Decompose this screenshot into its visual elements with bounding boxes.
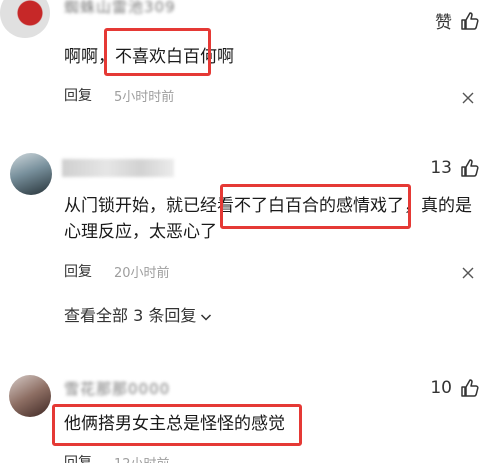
comment-meta: 回复 12小时前	[64, 452, 170, 463]
like-count: 13	[430, 158, 452, 178]
expand-replies-button[interactable]: 查看全部 3 条回复	[64, 302, 212, 326]
highlight-box	[52, 404, 302, 446]
username[interactable]	[62, 159, 174, 177]
avatar[interactable]	[9, 375, 51, 417]
highlight-box	[104, 28, 211, 76]
comment-meta: 回复 20小时前	[64, 261, 170, 281]
like-button[interactable]: 赞	[435, 8, 480, 33]
avatar[interactable]	[10, 153, 52, 195]
highlight-box	[220, 184, 411, 229]
close-icon[interactable]	[462, 264, 474, 279]
like-button[interactable]: 13	[430, 158, 480, 178]
username[interactable]: 蜘蛛山雷池309	[64, 0, 176, 14]
comment-meta: 回复 5小时时前	[64, 85, 174, 105]
comment-time: 5小时时前	[114, 89, 175, 105]
reply-button[interactable]: 回复	[64, 85, 92, 105]
like-button[interactable]: 10	[430, 378, 480, 398]
avatar[interactable]	[0, 0, 50, 38]
reply-button[interactable]: 回复	[64, 261, 92, 281]
thumbs-up-icon	[460, 11, 480, 31]
comment-time: 20小时前	[114, 265, 170, 281]
like-count: 10	[430, 378, 452, 398]
chevron-down-icon	[200, 308, 212, 321]
username[interactable]: 雪花那那0000	[64, 378, 170, 396]
thumbs-up-icon	[460, 158, 480, 178]
thumbs-up-icon	[460, 378, 480, 398]
like-label: 赞	[435, 13, 452, 33]
expand-replies-label: 查看全部 3 条回复	[64, 306, 197, 325]
comment-time: 12小时前	[114, 453, 170, 463]
reply-button[interactable]: 回复	[64, 452, 92, 463]
close-icon[interactable]	[462, 89, 474, 104]
